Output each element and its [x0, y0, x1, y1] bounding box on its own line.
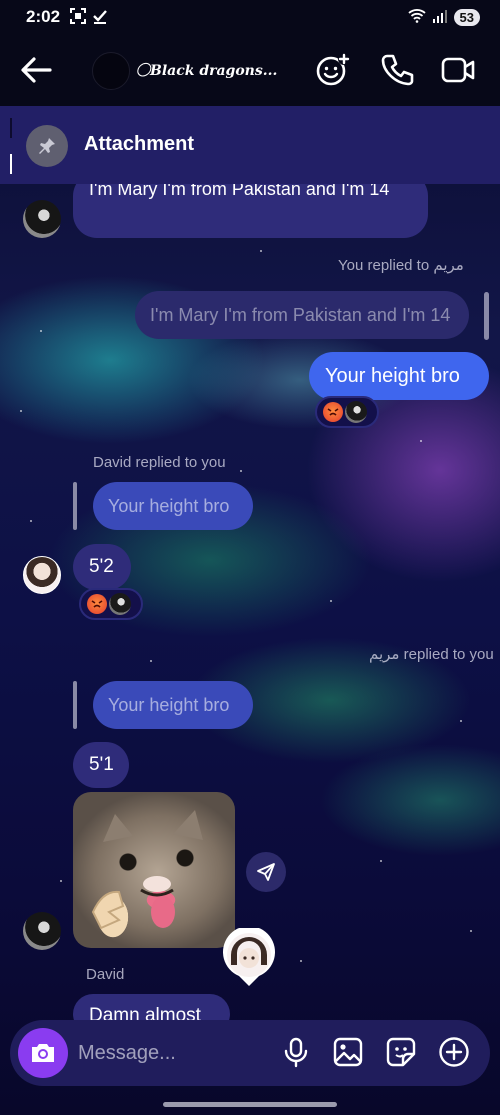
chat-header: ⃝Black dragons...: [0, 34, 500, 106]
reactor-avatar: [345, 401, 367, 423]
quoted-text: Your height bro: [108, 496, 230, 516]
wifi-icon: [407, 8, 426, 26]
check-icon: [92, 8, 108, 27]
back-arrow-icon[interactable]: [18, 52, 54, 88]
message-text: 5'1: [89, 754, 114, 775]
message-bubble[interactable]: 5'1: [73, 742, 129, 788]
seen-by-avatar[interactable]: [222, 926, 276, 988]
quoted-message[interactable]: Your height bro: [93, 681, 253, 729]
sender-avatar[interactable]: [23, 912, 61, 950]
reply-context-label: You replied to مريم: [338, 257, 464, 274]
pin-icon: [26, 125, 68, 167]
sender-avatar[interactable]: [23, 200, 61, 238]
gallery-icon[interactable]: [332, 1036, 364, 1068]
quoted-text: Your height bro: [108, 695, 230, 715]
signal-icon: [432, 9, 448, 26]
add-icon[interactable]: [438, 1036, 470, 1068]
message-bubble[interactable]: 5'2: [73, 544, 131, 590]
pinned-label: Attachment: [84, 133, 195, 155]
reply-side-bar: [73, 681, 77, 729]
video-call-icon[interactable]: [440, 52, 476, 88]
message-input[interactable]: [78, 1036, 268, 1070]
reactor-avatar: [109, 593, 131, 615]
reactions-badge[interactable]: [315, 396, 379, 428]
message-composer: [10, 1020, 490, 1086]
quoted-message[interactable]: I'm Mary I'm from Pakistan and I'm 14: [135, 291, 469, 339]
pinned-position-indicator: [10, 118, 12, 174]
cat-photo-message[interactable]: [73, 792, 235, 948]
reply-context-label: مريم replied to you: [369, 646, 494, 663]
chat-title[interactable]: ⃝Black dragons...: [150, 60, 277, 80]
reply-context-label: David replied to you: [93, 454, 226, 471]
reply-side-bar: [73, 482, 77, 530]
add-effects-icon[interactable]: [315, 52, 351, 88]
phone-icon[interactable]: [378, 52, 414, 88]
quoted-text: I'm Mary I'm from Pakistan and I'm 14: [150, 305, 451, 325]
message-text: Your height bro: [325, 365, 460, 387]
sender-avatar[interactable]: [23, 556, 61, 594]
screenshot-icon: [70, 7, 87, 27]
group-avatar[interactable]: [92, 52, 130, 90]
angry-reaction-icon: [87, 594, 107, 614]
quoted-message[interactable]: Your height bro: [93, 482, 253, 530]
share-icon[interactable]: [246, 852, 286, 892]
reactions-badge[interactable]: [79, 588, 143, 620]
home-indicator[interactable]: [163, 1102, 337, 1107]
camera-icon[interactable]: [18, 1028, 68, 1078]
pinned-messages-bar[interactable]: Attachment: [0, 106, 500, 184]
message-text: 5'2: [89, 556, 114, 577]
status-bar: 2:02 53: [0, 0, 500, 34]
outgoing-message-bubble[interactable]: Your height bro: [309, 352, 489, 400]
sender-name: David: [86, 966, 125, 983]
battery-indicator: 53: [453, 8, 480, 26]
microphone-icon[interactable]: [280, 1036, 312, 1068]
status-time: 2:02: [26, 7, 61, 26]
sticker-icon[interactable]: [385, 1036, 417, 1068]
angry-reaction-icon: [323, 402, 343, 422]
reply-side-bar: [484, 292, 489, 340]
